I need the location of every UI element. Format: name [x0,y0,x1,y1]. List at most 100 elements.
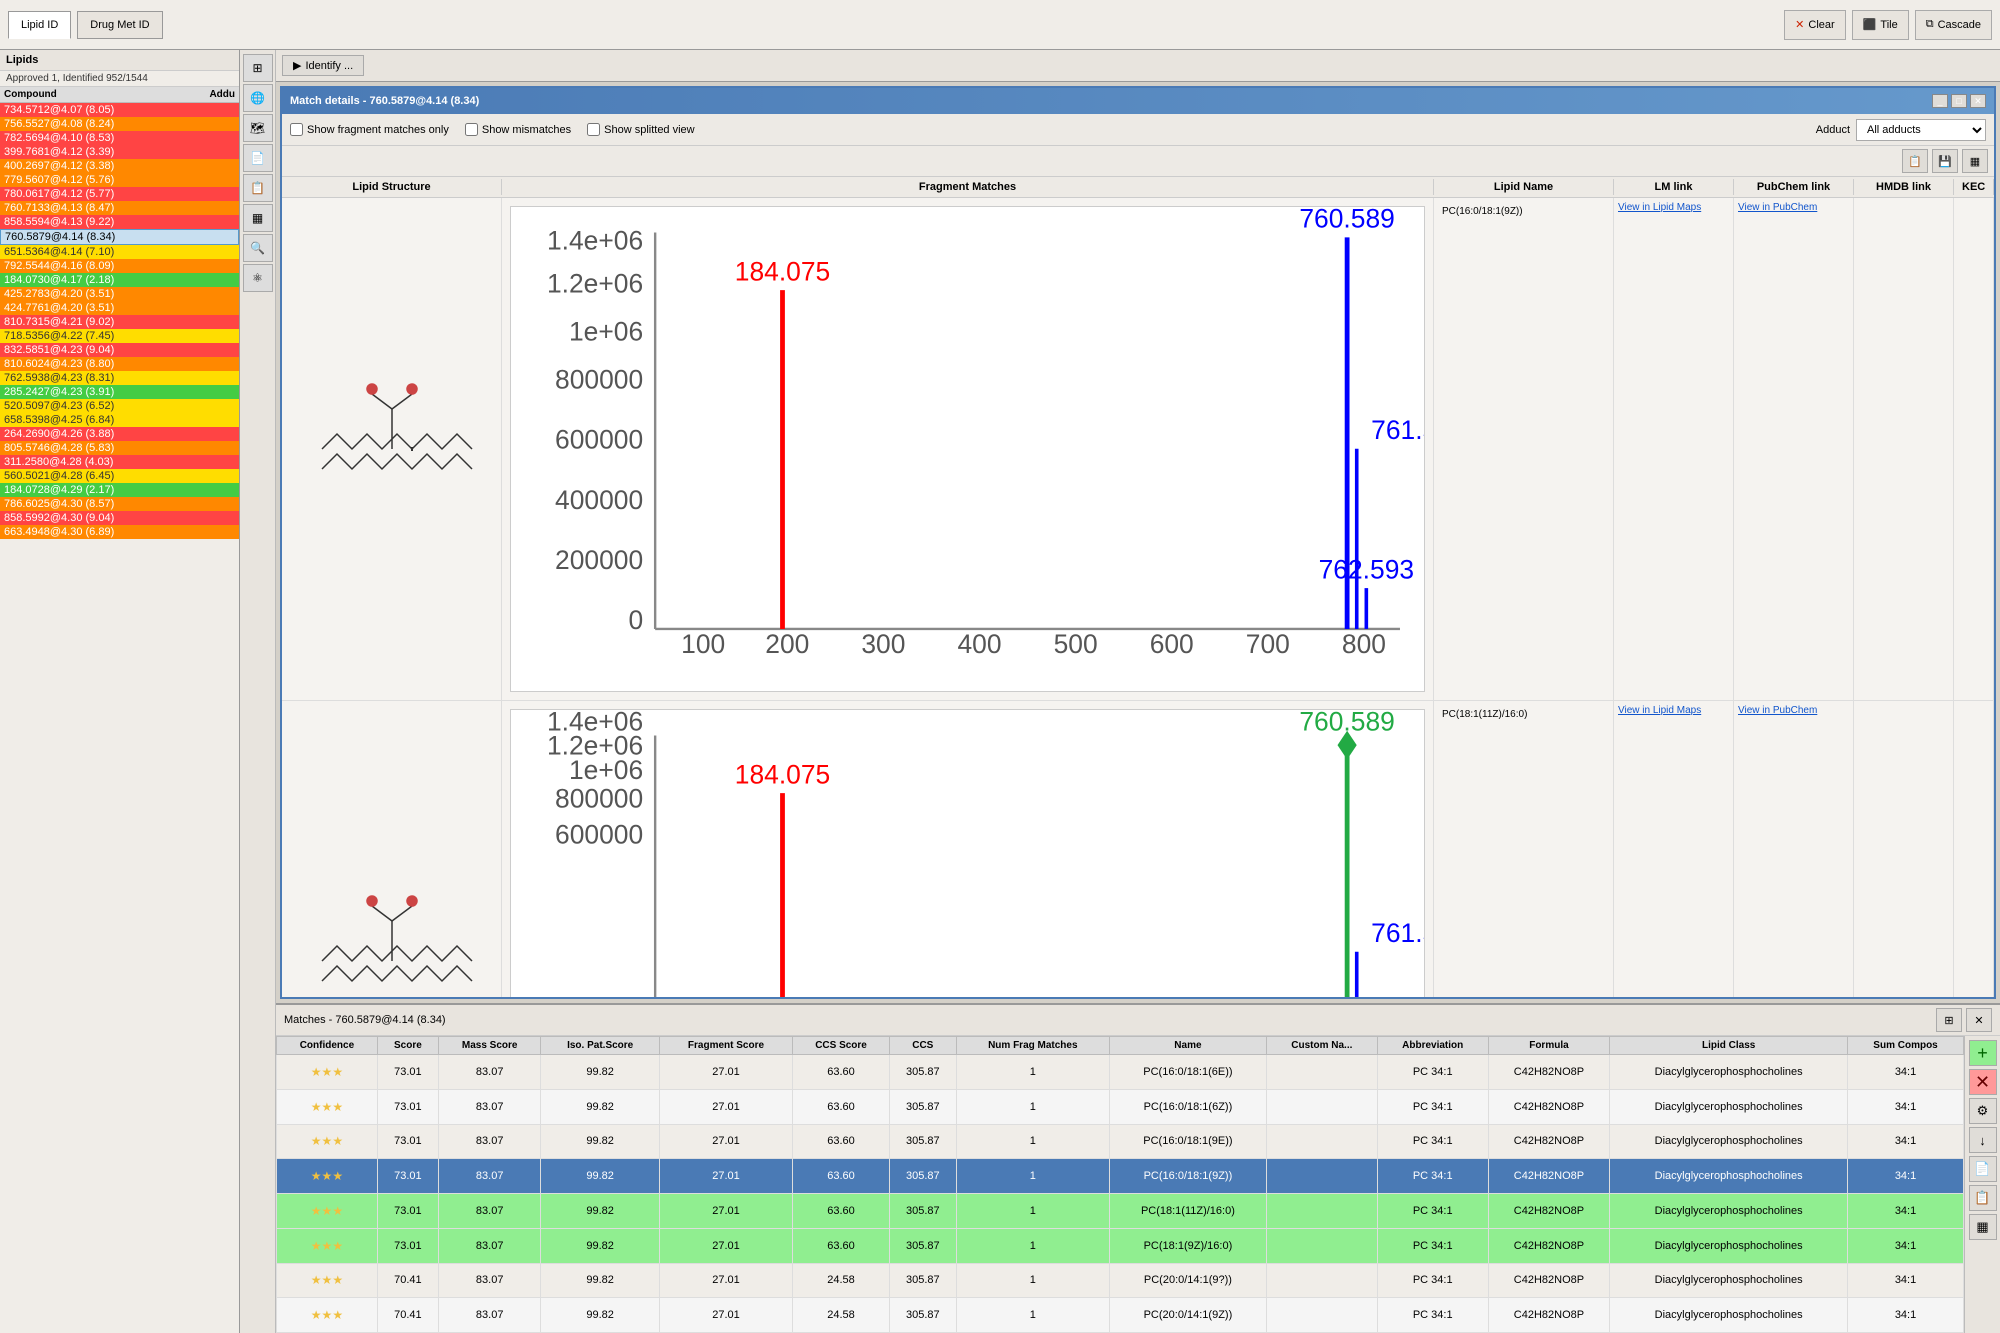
show-splitted-view-group[interactable]: Show splitted view [587,123,695,136]
table-icon-btn[interactable]: ▦ [243,204,273,232]
cascade-button[interactable]: ⧉ Cascade [1915,10,1992,40]
map-icon-btn[interactable]: 🗺 [243,114,273,142]
add-btn[interactable]: + [1969,1040,1997,1066]
table-view-icon-btn[interactable]: ▦ [1962,149,1988,173]
lipid-name-col: Lipid Name [1434,179,1614,195]
compound-row-16[interactable]: 718.5356@4.22 (7.45) [0,329,239,343]
show-splitted-view-checkbox[interactable] [587,123,600,136]
compound-row-3[interactable]: 399.7681@4.12 (3.39) [0,145,239,159]
compound-row-2[interactable]: 782.5694@4.10 (8.53) [0,131,239,145]
sum-cell-0: 34:1 [1848,1055,1964,1090]
compound-row-10[interactable]: 651.5364@4.14 (7.10) [0,245,239,259]
compound-text-15: 810.7315@4.21 (9.02) [4,316,235,328]
compound-text-25: 311.2580@4.28 (4.03) [4,456,235,468]
compound-row-1[interactable]: 756.5527@4.08 (8.24) [0,117,239,131]
svg-text:300: 300 [861,629,905,659]
kec-cell-2 [1954,701,1994,997]
bottom-grid-icon[interactable]: ⊞ [1936,1008,1962,1032]
tab-drug-met-id[interactable]: Drug Met ID [77,11,162,39]
compound-text-7: 760.7133@4.13 (8.47) [4,202,235,214]
table-row-4[interactable]: ★★★ 73.01 83.07 99.82 27.01 63.60 305.87… [277,1194,1964,1229]
compound-row-8[interactable]: 858.5594@4.13 (9.22) [0,215,239,229]
compound-row-25[interactable]: 311.2580@4.28 (4.03) [0,455,239,469]
close-button[interactable]: ✕ [1970,94,1986,108]
compound-row-26[interactable]: 560.5021@4.28 (6.45) [0,469,239,483]
cascade-icon: ⧉ [1926,18,1934,31]
compound-row-0[interactable]: 734.5712@4.07 (8.05) [0,103,239,117]
compound-row-19[interactable]: 762.5938@4.23 (8.31) [0,371,239,385]
compound-row-18[interactable]: 810.6024@4.23 (8.80) [0,357,239,371]
notes-icon-btn[interactable]: 📋 [243,174,273,202]
table-row-1[interactable]: ★★★ 73.01 83.07 99.82 27.01 63.60 305.87… [277,1089,1964,1124]
compound-row-11[interactable]: 792.5544@4.16 (8.09) [0,259,239,273]
compound-row-7[interactable]: 760.7133@4.13 (8.47) [0,201,239,215]
fragment-matches-col: Fragment Matches [502,179,1434,195]
remove-btn[interactable]: ✕ [1969,1069,1997,1095]
lm-link-2[interactable]: View in Lipid Maps [1618,705,1701,716]
svg-text:1.4e+06: 1.4e+06 [547,710,643,737]
adduct-dropdown[interactable]: All adducts [1856,119,1986,141]
show-fragment-matches-group[interactable]: Show fragment matches only [290,123,449,136]
table-row-2[interactable]: ★★★ 73.01 83.07 99.82 27.01 63.60 305.87… [277,1124,1964,1159]
tile-button[interactable]: ⬛ Tile [1852,10,1909,40]
bottom-close-icon[interactable]: ✕ [1966,1008,1992,1032]
search-icon-btn[interactable]: 🔍 [243,234,273,262]
arrow-down-btn[interactable]: ↓ [1969,1127,1997,1153]
pubchem-link-2[interactable]: View in PubChem [1738,705,1817,716]
compound-row-17[interactable]: 832.5851@4.23 (9.04) [0,343,239,357]
show-fragment-matches-label: Show fragment matches only [307,124,449,136]
clear-button[interactable]: ✕ Clear [1784,10,1846,40]
pubchem-link-1[interactable]: View in PubChem [1738,202,1817,213]
grid-icon-btn[interactable]: ⊞ [243,54,273,82]
compound-row-30[interactable]: 663.4948@4.30 (6.89) [0,525,239,539]
doc-icon-btn[interactable]: 📄 [243,144,273,172]
doc-btn[interactable]: 📄 [1969,1156,1997,1182]
compound-row-29[interactable]: 858.5992@4.30 (9.04) [0,511,239,525]
lm-link-1[interactable]: View in Lipid Maps [1618,202,1701,213]
compound-row-12[interactable]: 184.0730@4.17 (2.18) [0,273,239,287]
table-row-7[interactable]: ★★★ 70.41 83.07 99.82 27.01 24.58 305.87… [277,1298,1964,1333]
show-mismatches-group[interactable]: Show mismatches [465,123,571,136]
compound-row-24[interactable]: 805.5746@4.28 (5.83) [0,441,239,455]
compound-row-4[interactable]: 400.2697@4.12 (3.38) [0,159,239,173]
svg-text:200: 200 [765,629,809,659]
compound-row-14[interactable]: 424.7761@4.20 (3.51) [0,301,239,315]
compound-row-6[interactable]: 780.0617@4.12 (5.77) [0,187,239,201]
show-fragment-matches-checkbox[interactable] [290,123,303,136]
frag-cell-4: 27.01 [659,1194,792,1229]
show-mismatches-checkbox[interactable] [465,123,478,136]
compound-row-13[interactable]: 425.2783@4.20 (3.51) [0,287,239,301]
num-cell-1: 1 [956,1089,1109,1124]
table-row-6[interactable]: ★★★ 70.41 83.07 99.82 27.01 24.58 305.87… [277,1263,1964,1298]
compound-list[interactable]: 734.5712@4.07 (8.05)756.5527@4.08 (8.24)… [0,103,239,1333]
compound-row-27[interactable]: 184.0728@4.29 (2.17) [0,483,239,497]
maximize-button[interactable]: □ [1951,94,1967,108]
tab-lipid-id[interactable]: Lipid ID [8,11,71,39]
lipid-structure-cell-2 [282,701,502,997]
copy-icon-btn[interactable]: 📋 [1902,149,1928,173]
identify-button[interactable]: ▶ Identify ... [282,55,364,76]
notes-btn[interactable]: 📋 [1969,1185,1997,1211]
compound-row-9[interactable]: 760.5879@4.14 (8.34) [0,229,239,245]
ccs-score-cell-5: 63.60 [793,1228,890,1263]
minimize-button[interactable]: _ [1932,94,1948,108]
settings-btn[interactable]: ⚙ [1969,1098,1997,1124]
iso-cell-7: 99.82 [541,1298,659,1333]
table-row-0[interactable]: ★★★ 73.01 83.07 99.82 27.01 63.60 305.87… [277,1055,1964,1090]
table-row-3[interactable]: ★★★ 73.01 83.07 99.82 27.01 63.60 305.87… [277,1159,1964,1194]
export-icon-btn[interactable]: 💾 [1932,149,1958,173]
molecule-icon-btn[interactable]: ⚛ [243,264,273,292]
compound-row-20[interactable]: 285.2427@4.23 (3.91) [0,385,239,399]
compound-text-2: 782.5694@4.10 (8.53) [4,132,235,144]
compound-row-28[interactable]: 786.6025@4.30 (8.57) [0,497,239,511]
table-row-5[interactable]: ★★★ 73.01 83.07 99.82 27.01 63.60 305.87… [277,1228,1964,1263]
compound-row-15[interactable]: 810.7315@4.21 (9.02) [0,315,239,329]
compound-row-21[interactable]: 520.5097@4.23 (6.52) [0,399,239,413]
svg-text:700: 700 [1246,629,1290,659]
name-cell-0: PC(16:0/18:1(6E)) [1109,1055,1266,1090]
table-btn[interactable]: ▦ [1969,1214,1997,1240]
compound-row-23[interactable]: 264.2690@4.26 (3.88) [0,427,239,441]
compound-row-5[interactable]: 779.5607@4.12 (5.76) [0,173,239,187]
globe-icon-btn[interactable]: 🌐 [243,84,273,112]
compound-row-22[interactable]: 658.5398@4.25 (6.84) [0,413,239,427]
